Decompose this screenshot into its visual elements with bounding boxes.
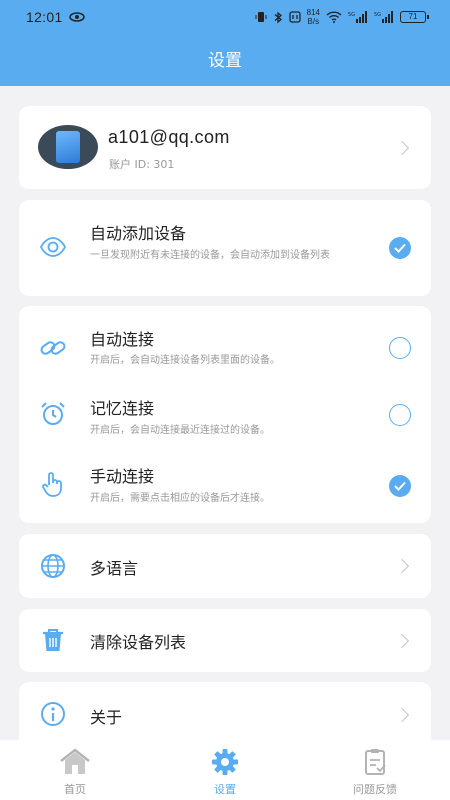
trash-icon — [43, 629, 63, 651]
status-time: 12:01 — [26, 9, 63, 25]
account-card[interactable]: a101@qq.com 账户 ID: 301 — [19, 106, 431, 189]
connect-mode-memory-radio[interactable] — [389, 404, 411, 426]
language-label: 多语言 — [90, 559, 139, 578]
info-icon — [41, 702, 65, 726]
tab-feedback[interactable]: 问题反馈 — [300, 740, 450, 800]
wifi-icon — [326, 11, 342, 23]
chevron-right-icon — [394, 558, 410, 574]
tab-settings[interactable]: 设置 — [150, 740, 300, 800]
svg-text:5G: 5G — [374, 12, 381, 18]
alarm-clock-icon — [41, 402, 65, 425]
clear-devices-item[interactable]: 清除设备列表 — [19, 609, 431, 672]
network-speed-value: 814 — [306, 8, 320, 17]
connect-mode-memory-title: 记忆连接 — [90, 399, 155, 418]
svg-text:5G: 5G — [348, 12, 355, 18]
chevron-right-icon — [394, 707, 410, 723]
network-speed-unit: B/s — [307, 17, 320, 26]
home-icon — [60, 748, 90, 774]
account-id: 账户 ID: 301 — [109, 158, 175, 171]
connect-mode-auto-title: 自动连接 — [90, 330, 155, 349]
about-label: 关于 — [90, 708, 123, 727]
tab-settings-label: 设置 — [214, 783, 236, 796]
account-email: a101@qq.com — [108, 127, 230, 147]
connect-mode-auto-radio[interactable] — [389, 337, 411, 359]
hand-pointer-icon — [42, 472, 62, 497]
app-header: 12:01 814 B/s 5G 5G 71 设置 — [0, 0, 450, 86]
connect-mode-auto[interactable]: 自动连接 开启后，会自动连接设备列表里面的设备。 — [19, 306, 431, 378]
bottom-tab-bar: 首页 设置 问题反馈 — [0, 740, 450, 800]
connect-modes-card: 自动连接 开启后，会自动连接设备列表里面的设备。 记忆连接 开启后，会自动连接最… — [19, 306, 431, 523]
signal-icon: 5G — [348, 11, 367, 23]
auto-add-checkbox[interactable] — [389, 237, 411, 259]
tab-feedback-label: 问题反馈 — [353, 783, 397, 796]
eye-icon — [39, 237, 67, 257]
tab-home[interactable]: 首页 — [0, 740, 150, 800]
auto-add-desc: 一旦发现附近有未连接的设备，会自动添加到设备列表 — [90, 250, 330, 261]
vibrate-icon — [255, 12, 267, 22]
chevron-right-icon — [394, 140, 410, 156]
link-icon — [40, 341, 66, 355]
eye-status-icon — [68, 12, 85, 22]
connect-mode-memory-desc: 开启后，会自动连接最近连接过的设备。 — [90, 425, 270, 436]
feedback-icon — [365, 749, 386, 775]
nfc-icon — [288, 11, 301, 23]
connect-mode-manual-title: 手动连接 — [90, 467, 155, 486]
connect-mode-manual-radio[interactable] — [389, 475, 411, 497]
auto-add-title: 自动添加设备 — [90, 224, 187, 243]
connect-mode-memory[interactable]: 记忆连接 开启后，会自动连接最近连接过的设备。 — [19, 378, 431, 448]
clear-devices-label: 清除设备列表 — [90, 633, 187, 652]
connect-mode-manual-desc: 开启后，需要点击相应的设备后才连接。 — [90, 493, 270, 504]
chevron-right-icon — [394, 633, 410, 649]
network-speed: 814 B/s — [307, 8, 320, 26]
page-title: 设置 — [208, 51, 242, 71]
avatar — [38, 125, 98, 169]
status-bar: 12:01 814 B/s 5G 5G 71 — [0, 0, 450, 34]
tab-home-label: 首页 — [64, 783, 86, 796]
connect-mode-auto-desc: 开启后，会自动连接设备列表里面的设备。 — [90, 355, 280, 366]
globe-icon — [41, 554, 65, 578]
signal-icon-2: 5G — [374, 11, 393, 23]
gear-icon — [212, 749, 238, 775]
language-item[interactable]: 多语言 — [19, 534, 431, 598]
bluetooth-icon — [274, 11, 282, 23]
connect-mode-manual[interactable]: 手动连接 开启后，需要点击相应的设备后才连接。 — [19, 448, 431, 523]
auto-add-card[interactable]: 自动添加设备 一旦发现附近有未连接的设备，会自动添加到设备列表 — [19, 200, 431, 296]
battery-indicator: 71 — [400, 11, 429, 23]
